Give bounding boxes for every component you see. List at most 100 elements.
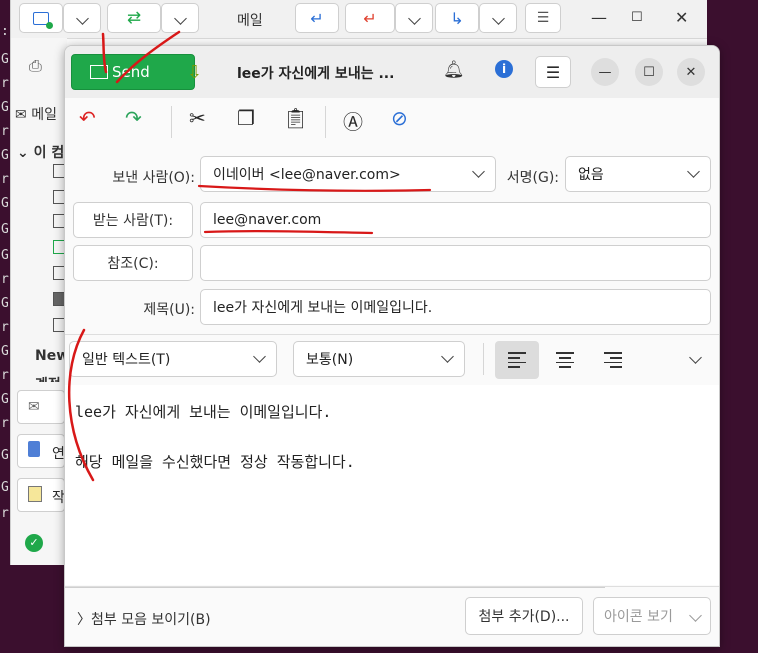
write-menu-button[interactable]: [63, 3, 101, 33]
chevron-down-icon: [75, 11, 89, 25]
tasks-icon: [28, 486, 42, 502]
footer-divider: [65, 587, 605, 588]
compose-mail-icon: [33, 11, 53, 29]
body-line: 해당 메일을 수신했다면 정상 작동합니다.: [75, 453, 355, 471]
folder-header-mail: ✉ 메일: [15, 104, 57, 124]
format-toolbar: 일반 텍스트(T) 보통(N): [65, 334, 719, 386]
chevron-down-icon: [689, 609, 702, 622]
tab-tasks[interactable]: 작: [17, 478, 65, 512]
chevron-down-icon: [253, 350, 266, 363]
text-format-select[interactable]: 일반 텍스트(T): [69, 341, 277, 377]
chevron-down-icon: [472, 165, 485, 178]
paragraph-style-select[interactable]: 보통(N): [293, 341, 465, 377]
tab-tasks-label: 작: [52, 490, 65, 506]
extra-account-item[interactable]: 계정: [35, 374, 61, 382]
align-right-icon: [604, 349, 622, 370]
terminal-glyph: G: [1, 448, 9, 463]
download-icon[interactable]: ⇩: [187, 62, 202, 83]
terminal-glyph: G: [1, 222, 9, 237]
main-window-title: 메일: [237, 13, 263, 29]
maximize-icon[interactable]: ☐: [635, 58, 663, 86]
bell-icon[interactable]: 🔔︎: [443, 60, 465, 80]
send-button-label: Send: [112, 63, 150, 81]
mail-icon: ✉: [15, 107, 27, 123]
align-left-icon: [508, 349, 526, 370]
terminal-glyph: G: [1, 52, 9, 67]
app-menu-button[interactable]: ☰: [525, 3, 561, 33]
to-type-button[interactable]: 받는 사람(T):: [73, 202, 193, 238]
align-center-button[interactable]: [543, 341, 587, 379]
reply-button[interactable]: ↵: [295, 3, 339, 33]
copy-icon[interactable]: ❐: [237, 106, 255, 130]
icon-view-button[interactable]: 아이콘 보기: [593, 597, 711, 635]
spellcheck-live-icon[interactable]: ⊘: [391, 106, 408, 130]
tab-address-book-label: 연: [52, 446, 65, 462]
show-attachment-pane-toggle[interactable]: 〉첨부 모음 보이기(B): [77, 609, 211, 629]
send-mail-icon: [90, 65, 108, 79]
message-body-editor[interactable]: lee가 자신에게 보내는 이메일입니다. 해당 메일을 수신했다면 정상 작동…: [65, 385, 719, 585]
align-right-button[interactable]: [591, 341, 635, 379]
minimize-icon[interactable]: —: [591, 58, 619, 86]
add-attachment-button[interactable]: 첨부 추가(D)...: [465, 597, 583, 635]
terminal-glyph: r: [1, 172, 9, 187]
maximize-icon[interactable]: ☐: [631, 10, 643, 25]
terminal-glyph: :: [1, 24, 9, 39]
toolbar-divider: [483, 343, 484, 375]
cc-field[interactable]: [200, 245, 711, 281]
close-icon[interactable]: ✕: [675, 8, 688, 27]
forward-button[interactable]: ↳: [435, 3, 479, 33]
paste-icon[interactable]: 📋︎: [283, 106, 308, 130]
info-icon[interactable]: i: [495, 60, 513, 78]
terminal-glyph: G: [1, 480, 9, 495]
minimize-icon[interactable]: —: [591, 8, 607, 27]
write-message-button[interactable]: [19, 3, 63, 33]
spellcheck-icon[interactable]: Ⓐ: [343, 106, 363, 135]
to-field-value: lee@naver.com: [213, 212, 322, 228]
reply-all-menu-button[interactable]: [395, 3, 433, 33]
account-folder[interactable]: ⌄ 이 컴: [17, 142, 64, 162]
chevron-down-icon: [491, 11, 505, 25]
more-format-chevron-icon[interactable]: [689, 351, 702, 364]
terminal-glyph: G: [1, 148, 9, 163]
terminal-glyph: r: [1, 416, 9, 431]
reply-all-icon: ↵: [363, 8, 377, 28]
sync-icon: ⇄: [126, 8, 142, 28]
cc-type-button[interactable]: 참조(C):: [73, 245, 193, 281]
to-field[interactable]: lee@naver.com: [200, 202, 711, 238]
body-line: lee가 자신에게 보내는 이메일입니다.: [75, 403, 332, 421]
chevron-down-icon: [407, 11, 421, 25]
folder-header-label: 메일: [31, 107, 57, 123]
send-button[interactable]: Send: [71, 54, 195, 90]
tab-mail[interactable]: ✉: [17, 390, 65, 424]
forward-menu-button[interactable]: [479, 3, 517, 33]
align-left-button[interactable]: [495, 341, 539, 379]
folder-pane: ⎙ ✉ 메일 ⌄ 이 컴 New 계정 ✉ 연 작 ✓: [11, 38, 69, 565]
address-book-icon: [28, 441, 40, 457]
status-ok-icon: ✓: [25, 534, 43, 552]
terminal-glyph: r: [1, 368, 9, 383]
undo-icon[interactable]: ↶: [79, 106, 96, 130]
paragraph-style-value: 보통(N): [306, 352, 354, 368]
icon-view-label: 아이콘 보기: [604, 609, 673, 625]
reply-all-button[interactable]: ↵: [345, 3, 395, 33]
print-icon[interactable]: ⎙: [29, 56, 42, 76]
subject-field-value: lee가 자신에게 보내는 이메일입니다.: [213, 300, 433, 316]
from-select-value: 이네이버 <lee@naver.com>: [213, 167, 401, 183]
menu-icon: ☰: [545, 62, 561, 82]
toolbar-divider: [325, 106, 326, 138]
get-messages-button[interactable]: ⇄: [107, 3, 161, 33]
close-icon[interactable]: ✕: [677, 58, 705, 86]
terminal-glyph: G: [1, 392, 9, 407]
get-messages-menu-button[interactable]: [161, 3, 199, 33]
cut-icon[interactable]: ✂: [189, 106, 206, 130]
terminal-glyph: G: [1, 196, 9, 211]
signature-label: 서명(G):: [506, 170, 559, 186]
signature-select[interactable]: 없음: [565, 156, 711, 192]
redo-icon[interactable]: ↷: [125, 106, 142, 130]
tab-address-book[interactable]: 연: [17, 434, 65, 468]
compose-menu-button[interactable]: ☰: [535, 56, 571, 88]
text-format-value: 일반 텍스트(T): [82, 352, 171, 368]
chevron-down-icon: [441, 350, 454, 363]
from-select[interactable]: 이네이버 <lee@naver.com>: [200, 156, 496, 192]
subject-field[interactable]: lee가 자신에게 보내는 이메일입니다.: [200, 289, 711, 325]
